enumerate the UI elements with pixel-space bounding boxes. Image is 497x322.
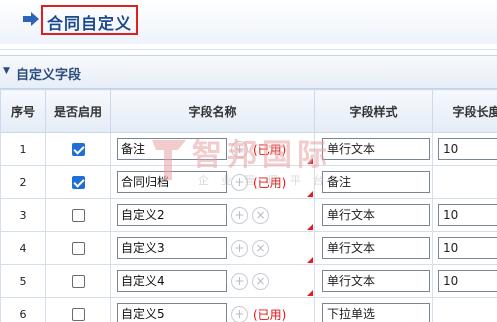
field-style-cell: 下拉单选 [314, 297, 433, 322]
field-name-input[interactable]: 自定义4 [117, 270, 227, 292]
row-index: 6 [0, 297, 46, 322]
header-divider [0, 49, 497, 50]
x-circle-icon[interactable]: × [252, 272, 269, 290]
field-length-cell: 10 [432, 198, 497, 232]
field-name-cell: 自定义2 + × [110, 198, 315, 232]
field-name-cell: 备注 + (已用) [110, 132, 315, 166]
field-length-cell: 10 [432, 132, 497, 166]
field-style-select[interactable]: 单行文本 [322, 237, 430, 259]
plus-circle-icon[interactable]: + [231, 239, 248, 257]
field-style-select[interactable]: 备注 [322, 171, 430, 193]
enabled-checkbox[interactable] [71, 208, 85, 222]
custom-fields-table: 序号 是否启用 字段名称 字段样式 字段长度 1 备注 + (已用) 单行文本 10 2 合同… [0, 89, 497, 322]
field-length-input[interactable]: 10 [438, 204, 497, 226]
field-name-input[interactable]: 备注 [117, 138, 227, 160]
field-style-select[interactable]: 单行文本 [322, 204, 430, 226]
column-header-field-name: 字段名称 [110, 89, 315, 133]
enabled-cell [45, 231, 111, 265]
field-name-cell: 自定义4 + × [110, 264, 315, 298]
required-corner-marker [307, 224, 313, 230]
caret-down-icon[interactable]: ▼ [3, 66, 10, 76]
field-length-input[interactable]: 10 [438, 237, 497, 259]
required-corner-marker [307, 257, 313, 263]
plus-circle-icon[interactable]: + [231, 272, 248, 290]
row-index: 5 [0, 264, 46, 298]
field-style-cell: 单行文本 [314, 231, 433, 265]
enabled-cell [45, 132, 111, 166]
enabled-checkbox[interactable] [71, 241, 85, 255]
enabled-cell [45, 165, 111, 199]
enabled-cell [45, 264, 111, 298]
table-row: 6 自定义5 + (已用) 下拉单选 [0, 297, 497, 322]
section-header[interactable]: ▼ 自定义字段 [0, 55, 497, 89]
field-style-select[interactable]: 单行文本 [322, 138, 430, 160]
field-name-cell: 合同归档 + (已用) [110, 165, 315, 199]
table-row: 2 合同归档 + (已用) 备注 [0, 165, 497, 199]
table-row: 4 自定义3 + × 单行文本 10 [0, 231, 497, 265]
field-name-input[interactable]: 自定义2 [117, 204, 227, 226]
used-label: (已用) [253, 142, 287, 157]
field-length-cell [432, 165, 497, 199]
column-header-field-style: 字段样式 [314, 89, 433, 133]
field-style-cell: 单行文本 [314, 264, 433, 298]
plus-circle-icon[interactable]: + [231, 173, 248, 191]
column-header-index: 序号 [0, 89, 46, 133]
field-style-cell: 备注 [314, 165, 433, 199]
used-label: (已用) [253, 307, 287, 322]
row-index: 2 [0, 165, 46, 199]
table-row: 1 备注 + (已用) 单行文本 10 [0, 132, 497, 166]
used-label: (已用) [253, 175, 287, 190]
field-style-select[interactable]: 单行文本 [322, 270, 430, 292]
page-title-highlight: 合同自定义 [41, 5, 138, 35]
field-name-cell: 自定义5 + (已用) [110, 297, 315, 322]
plus-circle-icon[interactable]: + [231, 305, 248, 322]
column-header-field-length: 字段长度 [432, 89, 497, 133]
section-title: 自定义字段 [16, 68, 82, 83]
enabled-checkbox[interactable] [71, 274, 85, 288]
enabled-checkbox[interactable] [71, 175, 85, 189]
field-style-select[interactable]: 下拉单选 [322, 303, 430, 322]
required-corner-marker [307, 158, 313, 164]
field-name-input[interactable]: 自定义3 [117, 237, 227, 259]
page-title: 合同自定义 [47, 14, 133, 33]
field-style-cell: 单行文本 [314, 198, 433, 232]
plus-circle-icon[interactable]: + [231, 140, 248, 158]
row-index: 1 [0, 132, 46, 166]
required-corner-marker [307, 290, 313, 296]
enabled-checkbox[interactable] [71, 142, 85, 156]
field-length-input[interactable]: 10 [438, 270, 497, 292]
row-index: 4 [0, 231, 46, 265]
required-corner-marker [307, 191, 313, 197]
field-length-cell: 10 [432, 264, 497, 298]
column-header-enabled: 是否启用 [45, 89, 111, 133]
enabled-cell [45, 297, 111, 322]
field-length-input[interactable]: 10 [438, 138, 497, 160]
enabled-checkbox[interactable] [71, 307, 85, 321]
arrow-right-icon [23, 12, 39, 26]
plus-circle-icon[interactable]: + [231, 206, 248, 224]
enabled-cell [45, 198, 111, 232]
field-style-cell: 单行文本 [314, 132, 433, 166]
field-name-input[interactable]: 合同归档 [117, 171, 227, 193]
field-name-cell: 自定义3 + × [110, 231, 315, 265]
table-row: 3 自定义2 + × 单行文本 10 [0, 198, 497, 232]
field-name-input[interactable]: 自定义5 [117, 303, 227, 322]
field-length-cell: 10 [432, 231, 497, 265]
table-row: 5 自定义4 + × 单行文本 10 [0, 264, 497, 298]
row-index: 3 [0, 198, 46, 232]
field-length-cell [432, 297, 497, 322]
x-circle-icon[interactable]: × [252, 206, 269, 224]
x-circle-icon[interactable]: × [252, 239, 269, 257]
page-header: 合同自定义 [0, 0, 497, 44]
